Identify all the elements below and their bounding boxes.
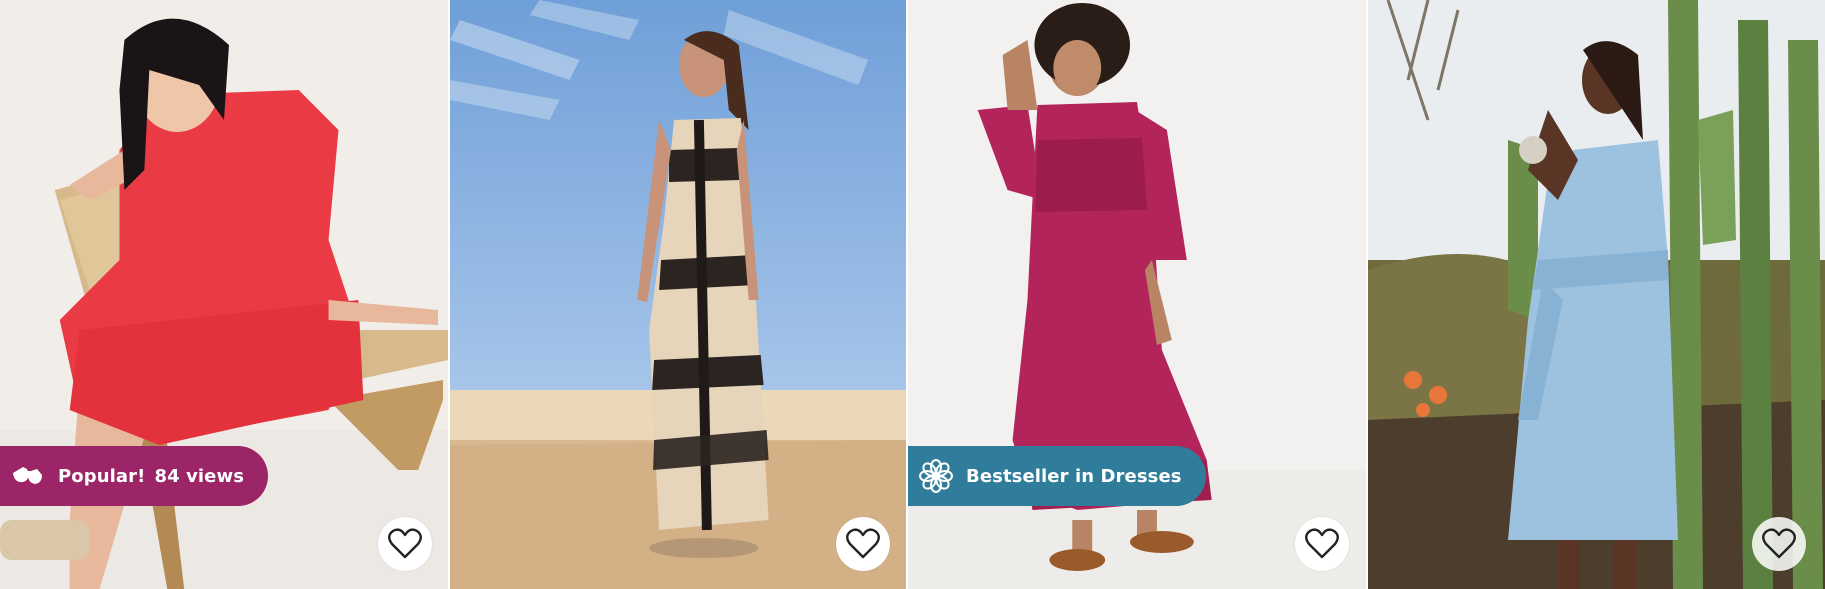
heart-outline-icon	[846, 528, 880, 559]
view-count: 84 views	[154, 465, 245, 487]
heart-outline-icon	[388, 528, 422, 559]
heart-outline-icon	[1762, 528, 1796, 559]
favorite-button[interactable]	[1752, 517, 1806, 571]
product-card-printed-maxi[interactable]	[450, 0, 908, 589]
favorite-button[interactable]	[836, 517, 890, 571]
bestseller-badge: Bestseller in Dresses	[908, 446, 1206, 506]
product-photo[interactable]	[450, 0, 906, 589]
popular-badge: Popular! 84 views	[0, 446, 269, 506]
sunglasses-icon	[8, 456, 48, 496]
bestseller-label: Bestseller in Dresses	[966, 465, 1182, 487]
product-card-red-dress[interactable]: Popular! 84 views	[0, 0, 450, 589]
flower-icon	[916, 456, 956, 496]
favorite-button[interactable]	[1295, 517, 1349, 571]
heart-outline-icon	[1305, 528, 1339, 559]
product-card-chambray-dress[interactable]	[1368, 0, 1825, 589]
popular-label: Popular!	[58, 465, 146, 487]
product-photo[interactable]	[1368, 0, 1825, 589]
product-image-grid: Popular! 84 views Bestseller in Dresses	[0, 0, 1825, 589]
favorite-button[interactable]	[378, 517, 432, 571]
product-card-magenta-dress[interactable]: Bestseller in Dresses	[908, 0, 1368, 589]
